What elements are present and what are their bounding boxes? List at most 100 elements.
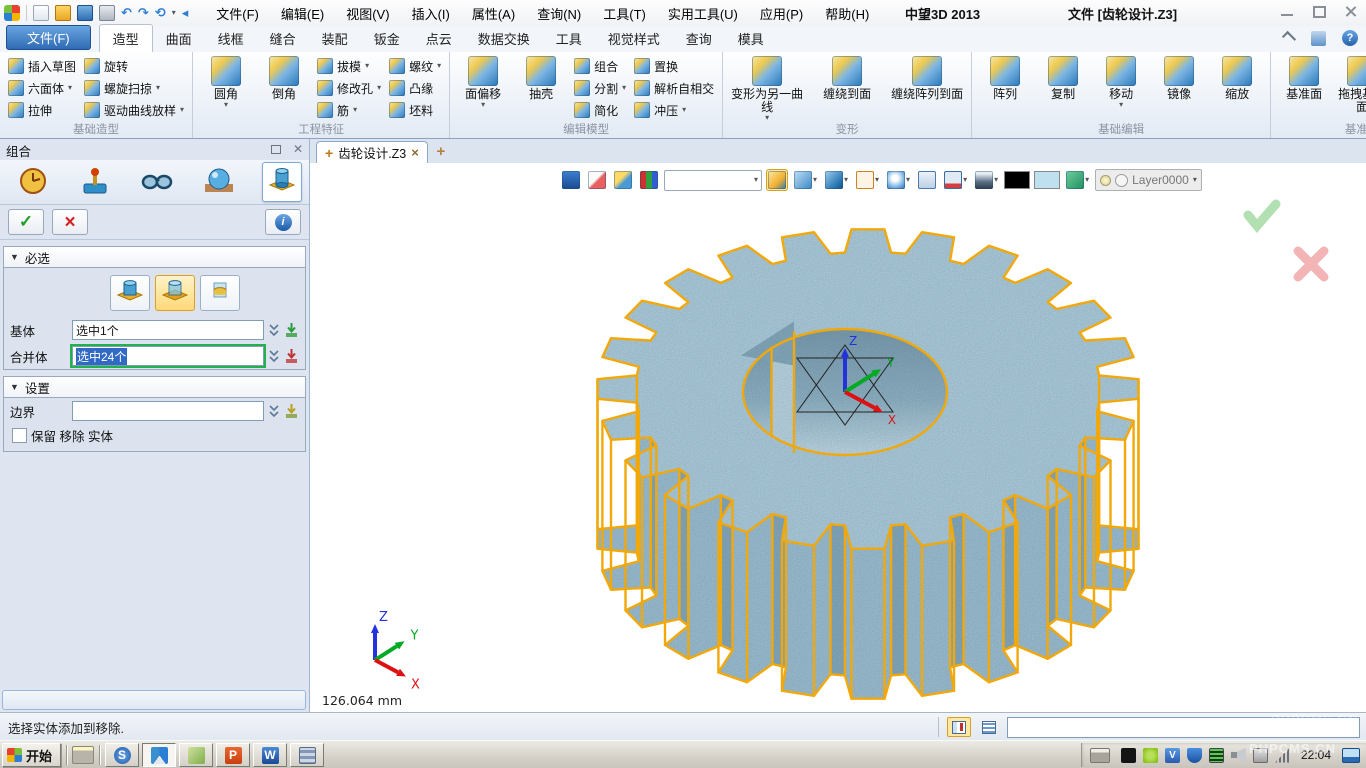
dropdown-arrow-icon[interactable]: ▾ bbox=[813, 176, 817, 184]
start-button[interactable]: 开始 bbox=[2, 743, 61, 767]
ribbon-item-sketch[interactable]: 插入草图 bbox=[8, 56, 76, 76]
taskbar-app-browser[interactable]: S bbox=[105, 743, 139, 767]
dropdown-arrow-icon[interactable]: ▾ bbox=[68, 84, 72, 92]
menu-item-file[interactable]: 文件(F) bbox=[216, 4, 259, 23]
show-desktop-icon[interactable] bbox=[1342, 748, 1360, 763]
layer-combo[interactable]: Layer0000▾ bbox=[1095, 169, 1202, 191]
dropdown-arrow-icon[interactable]: ▾ bbox=[754, 176, 758, 184]
ribbon-tab-assembly[interactable]: 装配 bbox=[309, 25, 361, 52]
new-file-icon[interactable] bbox=[33, 5, 49, 21]
dropdown-arrow-icon[interactable]: ▾ bbox=[437, 62, 441, 70]
viewport[interactable]: ▾▾▾▾▾▾▾▾Layer0000▾ bbox=[310, 163, 1366, 712]
nvidia-icon[interactable] bbox=[1143, 748, 1158, 763]
command-input[interactable] bbox=[1007, 717, 1360, 738]
prompt-toggle-button[interactable] bbox=[947, 717, 971, 737]
help-icon[interactable]: ? bbox=[1342, 30, 1358, 46]
taskbar-app-calculator[interactable] bbox=[290, 743, 324, 767]
gear-3d-model[interactable]: ZYXZYX bbox=[310, 163, 1366, 712]
document-tab[interactable]: + 齿轮设计.Z3 × bbox=[316, 141, 428, 163]
ribbon-item-scale[interactable]: 缩放 bbox=[1212, 56, 1262, 101]
ok-button[interactable]: ✓ bbox=[8, 209, 44, 235]
dropdown-arrow-icon[interactable]: ▾ bbox=[365, 62, 369, 70]
ribbon-item-wrapface[interactable]: 缠绕到面 bbox=[811, 56, 883, 101]
ribbon-item-simplify[interactable]: 简化 bbox=[574, 100, 626, 120]
panel-tab-boolean[interactable] bbox=[262, 162, 302, 202]
ribbon-item-helixsweep[interactable]: 螺旋扫掠▾ bbox=[84, 78, 184, 98]
ribbon-tab-shape[interactable]: 造型 bbox=[99, 24, 153, 53]
close-icon[interactable] bbox=[1342, 4, 1360, 19]
dropdown-arrow-icon[interactable]: ▾ bbox=[1193, 176, 1197, 184]
screen-display-button[interactable]: ▾ bbox=[973, 169, 1000, 191]
ribbon-item-lip[interactable]: 凸缘 bbox=[389, 78, 441, 98]
style-icon[interactable] bbox=[1311, 31, 1326, 46]
menu-item-inquire[interactable]: 查询(N) bbox=[537, 4, 581, 23]
info-button[interactable]: i bbox=[265, 209, 301, 235]
ribbon-item-datum[interactable]: 基准面 bbox=[1279, 56, 1329, 101]
zoom-extent-button[interactable] bbox=[916, 169, 938, 191]
panel-tab-history[interactable] bbox=[14, 163, 52, 201]
open-file-icon[interactable] bbox=[55, 5, 71, 21]
menu-item-applications[interactable]: 应用(P) bbox=[760, 4, 803, 23]
vcheck-icon[interactable]: V bbox=[1165, 748, 1180, 763]
ribbon-item-fillet[interactable]: 圆角▾ bbox=[201, 56, 251, 109]
grid-icon[interactable] bbox=[1209, 748, 1224, 763]
base-field[interactable]: 选中1个 bbox=[72, 320, 264, 340]
menu-item-insert[interactable]: 插入(I) bbox=[412, 4, 450, 23]
taskbar-app-notes[interactable] bbox=[179, 743, 213, 767]
settings-header[interactable]: ▼ 设置 bbox=[4, 377, 305, 398]
refresh-icon[interactable]: ⟲ bbox=[155, 5, 166, 21]
dropdown-arrow-icon[interactable]: ▾ bbox=[844, 176, 848, 184]
ribbon-item-punch[interactable]: 冲压▾ bbox=[634, 100, 714, 120]
ribbon-item-wraparray[interactable]: 缠绕阵列到面 bbox=[891, 56, 963, 101]
dropdown-arrow-icon[interactable]: ▾ bbox=[1085, 176, 1089, 184]
minimize-icon[interactable] bbox=[1278, 4, 1296, 19]
clock[interactable]: 22:04 bbox=[1301, 748, 1331, 762]
track-button[interactable] bbox=[560, 169, 582, 191]
cancel-button[interactable]: × bbox=[52, 209, 88, 235]
panel-restore-icon[interactable] bbox=[269, 144, 283, 156]
ribbon-item-stock[interactable]: 坯料 bbox=[389, 100, 441, 120]
ribbon-item-rib[interactable]: 筋▾ bbox=[317, 100, 381, 120]
dropdown-arrow-icon[interactable]: ▾ bbox=[963, 176, 967, 184]
ribbon-tab-inquire[interactable]: 查询 bbox=[673, 25, 725, 52]
panel-close-icon[interactable]: ✕ bbox=[291, 144, 305, 156]
dropdown-arrow-icon[interactable]: ▾ bbox=[180, 106, 184, 114]
required-header[interactable]: ▼ 必选 bbox=[4, 247, 305, 268]
bg-color-black-swatch[interactable] bbox=[1004, 171, 1030, 189]
bool-op-remove-button[interactable] bbox=[155, 275, 195, 311]
pick-red-icon[interactable] bbox=[284, 348, 299, 364]
dropdown-arrow-icon[interactable]: ▾ bbox=[481, 101, 485, 109]
menu-item-tools[interactable]: 工具(T) bbox=[603, 4, 646, 23]
display-mode-button[interactable]: ▾ bbox=[854, 169, 881, 191]
panel-tab-visualize[interactable] bbox=[138, 163, 176, 201]
ribbon-item-combine[interactable]: 组合 bbox=[574, 56, 626, 76]
file-tab-button[interactable]: 文件(F) bbox=[6, 25, 91, 50]
ribbon-item-replace[interactable]: 置换 bbox=[634, 56, 714, 76]
ribbon-tab-tools[interactable]: 工具 bbox=[543, 25, 595, 52]
iso-view-button[interactable] bbox=[766, 169, 788, 191]
menu-item-view[interactable]: 视图(V) bbox=[346, 4, 389, 23]
ribbon-item-shell[interactable]: 抽壳 bbox=[516, 56, 566, 101]
ribbon-tab-sheetmetal[interactable]: 钣金 bbox=[361, 25, 413, 52]
dropdown-arrow-icon[interactable]: ▾ bbox=[156, 84, 160, 92]
taskbar-app-powerpoint[interactable]: P bbox=[216, 743, 250, 767]
face-display-button[interactable]: ▾ bbox=[1064, 169, 1091, 191]
ribbon-item-dragdatum[interactable]: 拖拽基准面 bbox=[1337, 56, 1366, 114]
dropdown-arrow-icon[interactable]: ▾ bbox=[682, 106, 686, 114]
ribbon-item-move[interactable]: 移动▾ bbox=[1096, 56, 1146, 109]
boundary-field[interactable] bbox=[72, 401, 264, 421]
save-icon[interactable] bbox=[77, 5, 93, 21]
ribbon-item-drivenloft[interactable]: 驱动曲线放样▾ bbox=[84, 100, 184, 120]
ribbon-item-mirror[interactable]: 镜像 bbox=[1154, 56, 1204, 101]
merge-field[interactable]: 选中24个 bbox=[72, 346, 264, 366]
menu-item-help[interactable]: 帮助(H) bbox=[825, 4, 869, 23]
taskbar-app-zw3d[interactable] bbox=[142, 743, 176, 767]
ribbon-item-morphcurve[interactable]: 变形为另一曲线▾ bbox=[731, 56, 803, 122]
redo-icon[interactable]: ↷ bbox=[138, 5, 149, 21]
pick-yellow-icon[interactable] bbox=[284, 403, 299, 419]
pick-green-icon[interactable] bbox=[284, 322, 299, 338]
plug-icon[interactable] bbox=[1253, 748, 1268, 763]
history-list-button[interactable] bbox=[977, 717, 1001, 737]
bool-op-add-button[interactable] bbox=[110, 275, 150, 311]
dropdown-arrow-icon[interactable]: ▾ bbox=[353, 106, 357, 114]
